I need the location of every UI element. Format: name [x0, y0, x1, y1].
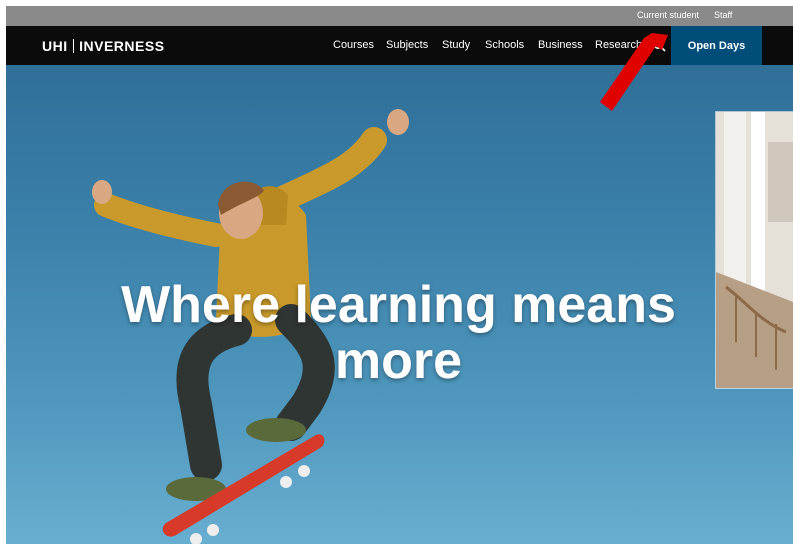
interior-image: [716, 112, 793, 388]
logo-uhi: UHI: [42, 38, 68, 54]
uhi-inverness-logo[interactable]: UHI INVERNESS: [42, 38, 165, 54]
nav-subjects[interactable]: Subjects: [386, 39, 428, 51]
nav-research[interactable]: Research: [595, 39, 641, 51]
logo-divider: [72, 39, 75, 53]
browser-viewport: Current student Staff UHI INVERNESS Cour…: [6, 6, 793, 544]
nav-business[interactable]: Business: [538, 39, 583, 51]
logo-inverness: INVERNESS: [79, 38, 165, 54]
open-days-button[interactable]: Open Days: [671, 26, 762, 65]
hero-banner: Where learning means more: [6, 65, 793, 544]
utility-bar: Current student Staff: [6, 6, 793, 26]
current-student-link[interactable]: Current student: [637, 10, 699, 20]
nav-schools[interactable]: Schools: [485, 39, 524, 51]
search-icon[interactable]: [652, 38, 666, 52]
staff-link[interactable]: Staff: [714, 10, 732, 20]
hero-headline: Where learning means more: [121, 276, 676, 390]
side-photo-interior[interactable]: [716, 112, 793, 388]
nav-courses[interactable]: Courses: [333, 39, 374, 51]
nav-study[interactable]: Study: [442, 39, 470, 51]
